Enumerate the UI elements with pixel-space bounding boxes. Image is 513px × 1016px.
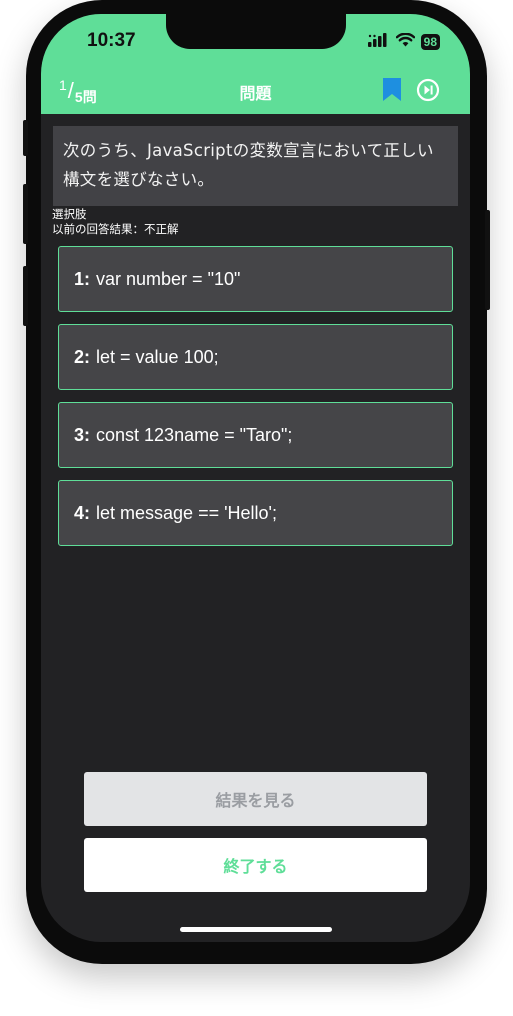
option-number: 3: — [74, 424, 91, 445]
option-4[interactable]: 4: let message == 'Hello'; — [58, 480, 453, 546]
home-indicator[interactable] — [180, 927, 332, 932]
finish-button[interactable]: 終了する — [84, 838, 427, 892]
option-text: let = value 100; — [96, 346, 219, 367]
signal-icon — [367, 32, 390, 51]
app-screen: 10:37 98 1/5問 問題 次のうち、JavaScriptの変数宣言におい… — [41, 14, 470, 942]
option-text: let message == 'Hello'; — [96, 502, 277, 523]
option-3[interactable]: 3: const 123name = "Taro"; — [58, 402, 453, 468]
status-icons: 98 — [367, 32, 440, 51]
previous-result: 以前の回答結果：不正解 — [52, 222, 179, 236]
option-text: var number = "10" — [96, 268, 241, 289]
question-meta: 選択肢 以前の回答結果：不正解 — [52, 207, 179, 237]
option-2[interactable]: 2: let = value 100; — [58, 324, 453, 390]
option-number: 2: — [74, 346, 91, 367]
page-title: 問題 — [239, 84, 272, 103]
see-result-button[interactable]: 結果を見る — [84, 772, 427, 826]
mute-switch — [23, 120, 28, 156]
notch — [166, 14, 346, 49]
option-number: 4: — [74, 502, 91, 523]
power-button — [485, 210, 490, 310]
option-text: const 123name = "Taro"; — [96, 424, 293, 445]
volume-down-button — [23, 266, 28, 326]
option-1[interactable]: 1: var number = "10" — [58, 246, 453, 312]
bookmark-icon[interactable] — [382, 78, 402, 106]
option-number: 1: — [74, 268, 91, 289]
skip-forward-icon[interactable] — [416, 78, 440, 106]
question-text: 次のうち、JavaScriptの変数宣言において正しい構文を選びなさい。 — [53, 126, 458, 206]
status-time: 10:37 — [87, 30, 136, 51]
battery-icon: 98 — [420, 33, 440, 50]
volume-up-button — [23, 184, 28, 244]
wifi-icon — [395, 32, 415, 51]
choices-label: 選択肢 — [52, 207, 87, 221]
